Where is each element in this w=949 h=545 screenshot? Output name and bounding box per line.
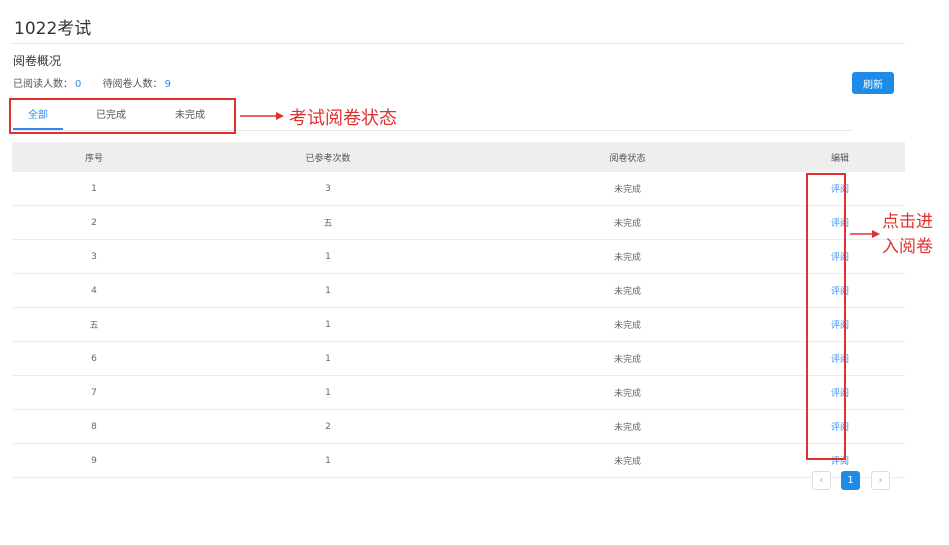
cell-index: 6 — [12, 341, 176, 376]
cell-status: 未完成 — [480, 239, 775, 274]
pending-count-value: 9 — [164, 79, 171, 90]
cell-status: 未完成 — [480, 172, 775, 206]
cell-attempts: 2 — [176, 409, 480, 444]
header-status: 阅卷状态 — [480, 142, 775, 172]
read-count-label: 已阅读人数： — [13, 79, 73, 90]
cell-status: 未完成 — [480, 205, 775, 240]
header-index: 序号 — [12, 142, 176, 172]
cell-attempts: 3 — [176, 172, 480, 206]
table-row: 7 1 未完成 评阅 — [12, 375, 905, 410]
cell-index: 4 — [12, 273, 176, 308]
table-row: 1 3 未完成 评阅 — [12, 172, 905, 206]
table-row: 8 2 未完成 评阅 — [12, 409, 905, 444]
cell-attempts: 1 — [176, 443, 480, 478]
cell-attempts: 1 — [176, 375, 480, 410]
cell-index: 2 — [12, 205, 176, 240]
table-row: 4 1 未完成 评阅 — [12, 273, 905, 308]
page-title: 1022考试 — [14, 19, 92, 39]
grading-table: 序号 已参考次数 阅卷状态 编辑 1 3 未完成 评阅 2 五 未完成 评阅 3… — [12, 142, 905, 478]
table-row: 6 1 未完成 评阅 — [12, 341, 905, 376]
cell-index: 8 — [12, 409, 176, 444]
cell-status: 未完成 — [480, 273, 775, 308]
cell-attempts: 五 — [176, 205, 480, 240]
table-header-row: 序号 已参考次数 阅卷状态 编辑 — [12, 142, 905, 172]
tabs-annotation-box — [9, 98, 236, 134]
header-edit: 编辑 — [775, 142, 905, 172]
edit-annotation-arrow — [850, 230, 880, 238]
cell-attempts: 1 — [176, 239, 480, 274]
overview-title: 阅卷概况 — [13, 54, 62, 68]
cell-status: 未完成 — [480, 307, 775, 342]
table-row: 2 五 未完成 评阅 — [12, 205, 905, 240]
cell-index: 1 — [12, 172, 176, 206]
cell-status: 未完成 — [480, 341, 775, 376]
cell-attempts: 1 — [176, 273, 480, 308]
cell-index: 7 — [12, 375, 176, 410]
overview-stats: 已阅读人数： 0 待阅卷人数： 9 — [13, 75, 189, 90]
tabs-annotation-text: 考试阅卷状态 — [289, 108, 397, 129]
table-row: 3 1 未完成 评阅 — [12, 239, 905, 274]
title-divider — [12, 43, 905, 44]
cell-status: 未完成 — [480, 375, 775, 410]
next-page-button[interactable]: › — [871, 471, 890, 490]
cell-status: 未完成 — [480, 443, 775, 478]
prev-page-button[interactable]: ‹ — [812, 471, 831, 490]
pagination: ‹ 1 › — [812, 471, 892, 491]
table-row: 9 1 未完成 评阅 — [12, 443, 905, 478]
cell-index: 3 — [12, 239, 176, 274]
page-1-button[interactable]: 1 — [841, 471, 860, 490]
edit-annotation-text: 点击进入阅卷 — [882, 212, 933, 257]
header-attempts: 已参考次数 — [176, 142, 480, 172]
read-count-value: 0 — [75, 79, 82, 90]
edit-column-annotation-box — [806, 173, 846, 460]
cell-index: 五 — [12, 307, 176, 342]
cell-status: 未完成 — [480, 409, 775, 444]
table-row: 五 1 未完成 评阅 — [12, 307, 905, 342]
pending-count-label: 待阅卷人数： — [102, 79, 163, 90]
tabs-annotation-arrow — [240, 112, 284, 120]
cell-index: 9 — [12, 443, 176, 478]
refresh-button[interactable]: 刷新 — [852, 72, 894, 94]
cell-attempts: 1 — [176, 307, 480, 342]
cell-attempts: 1 — [176, 341, 480, 376]
